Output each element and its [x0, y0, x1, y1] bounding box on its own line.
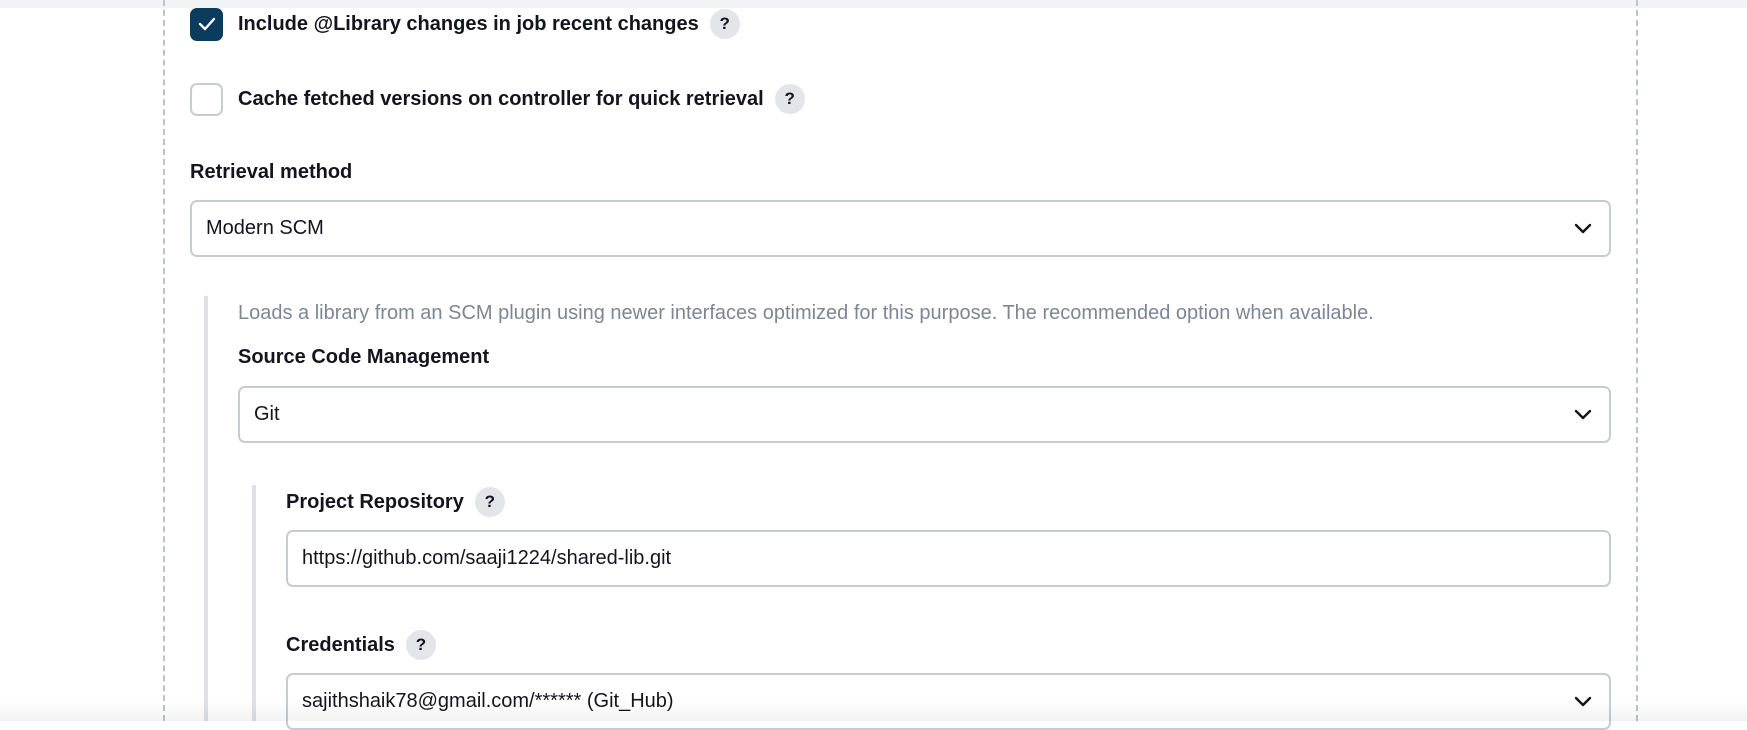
bottom-shadow [0, 701, 1747, 721]
project-repository-label-row: Project Repository ? [286, 487, 505, 517]
retrieval-method-select[interactable]: Modern SCM [190, 200, 1611, 257]
cache-versions-row: Cache fetched versions on controller for… [190, 82, 805, 116]
project-repository-value: https://github.com/saaji1224/shared-lib.… [302, 547, 672, 569]
include-library-changes-label: Include @Library changes in job recent c… [238, 12, 699, 35]
chevron-down-icon [1574, 223, 1592, 233]
chevron-down-icon [1574, 409, 1592, 419]
include-library-changes-checkbox[interactable] [190, 7, 223, 41]
credentials-help-icon[interactable]: ? [405, 630, 436, 660]
cache-versions-help-icon[interactable]: ? [774, 84, 805, 114]
cache-versions-label: Cache fetched versions on controller for… [238, 87, 764, 110]
cache-versions-checkbox[interactable] [190, 82, 223, 116]
nested-indent-bar-git [252, 485, 256, 721]
include-library-changes-row: Include @Library changes in job recent c… [190, 7, 740, 41]
credentials-label-row: Credentials ? [286, 630, 436, 660]
retrieval-method-label: Retrieval method [190, 161, 353, 183]
credentials-label: Credentials [286, 633, 395, 656]
project-repository-label: Project Repository [286, 490, 464, 513]
scm-value: Git [254, 403, 280, 425]
nested-indent-bar [204, 296, 208, 721]
retrieval-method-value: Modern SCM [206, 217, 324, 239]
project-repository-help-icon[interactable]: ? [474, 487, 505, 517]
check-icon [198, 17, 215, 31]
retrieval-method-description: Loads a library from an SCM plugin using… [238, 302, 1374, 324]
project-repository-input[interactable]: https://github.com/saaji1224/shared-lib.… [286, 530, 1611, 587]
include-library-changes-help-icon[interactable]: ? [709, 9, 740, 39]
scm-select[interactable]: Git [238, 386, 1611, 443]
scm-label: Source Code Management [238, 346, 490, 368]
